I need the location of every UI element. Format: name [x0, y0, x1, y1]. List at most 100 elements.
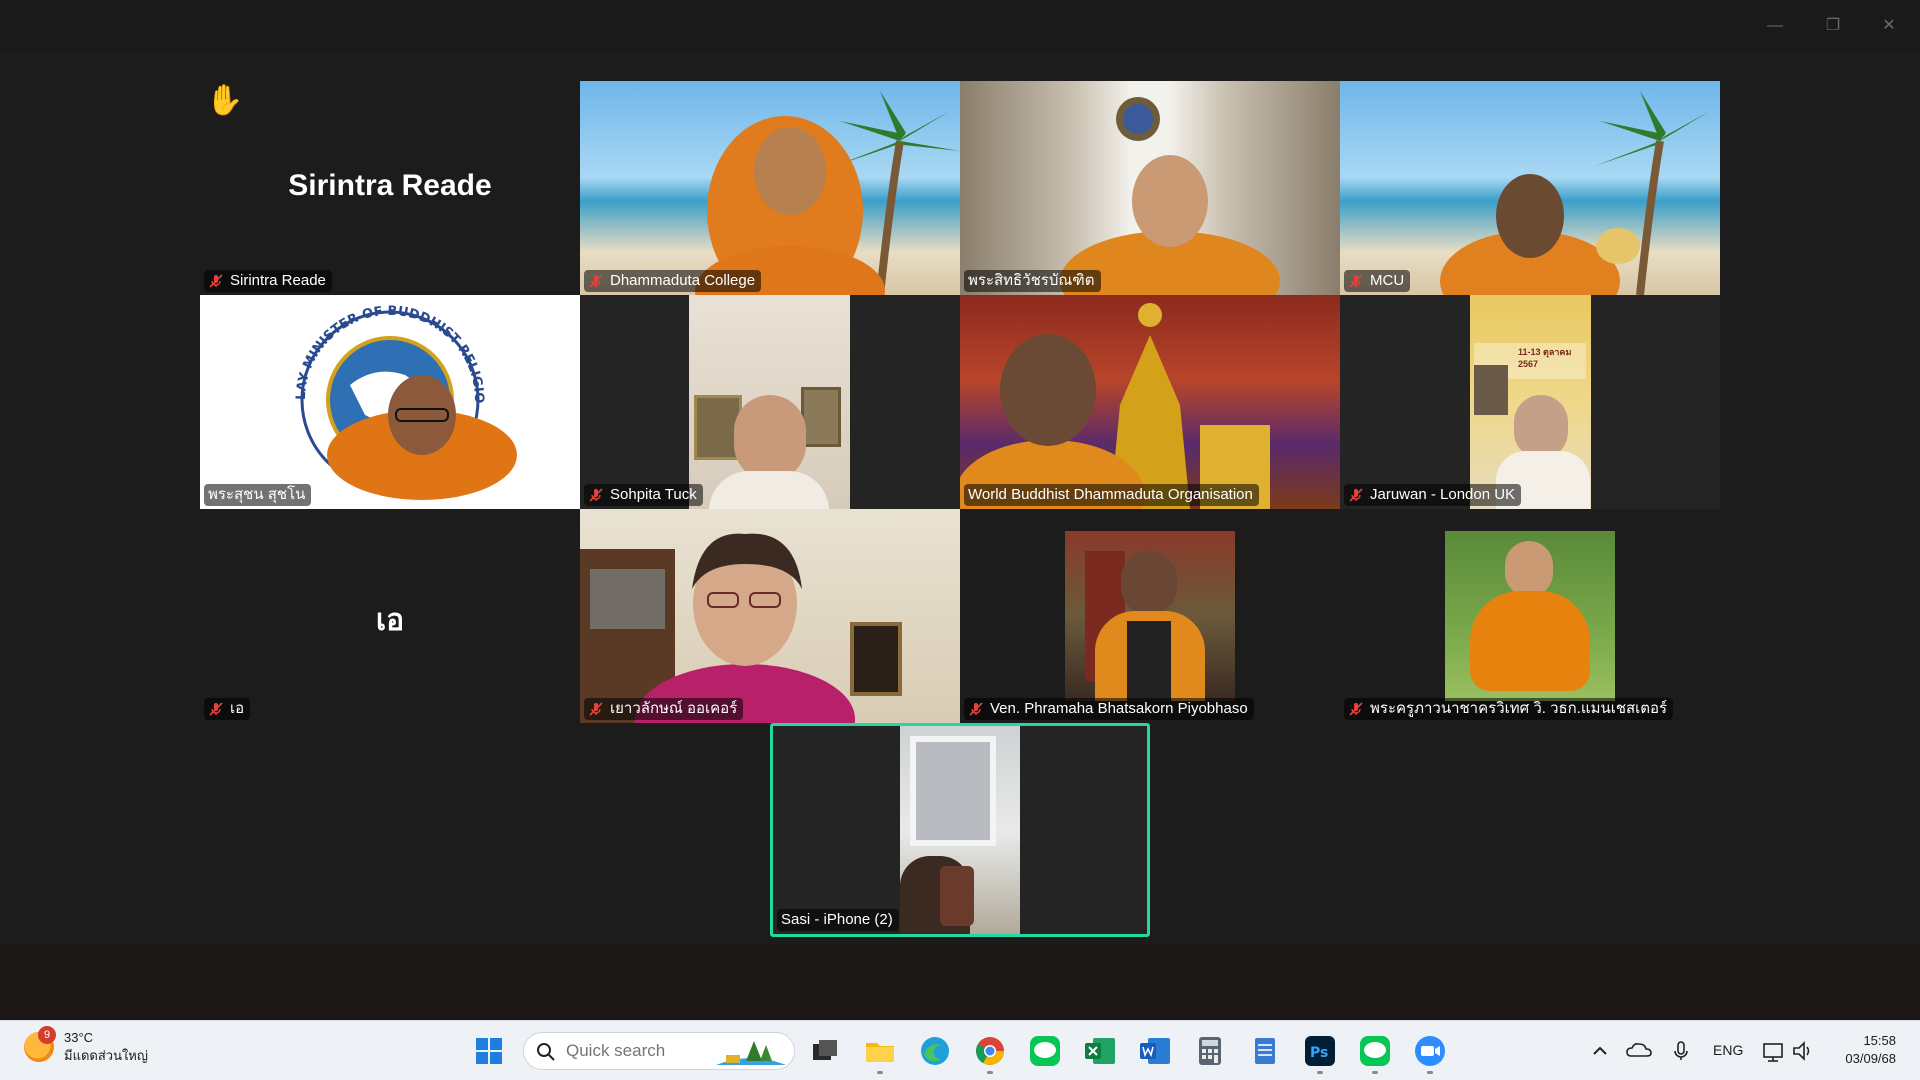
network-button[interactable]	[1760, 1034, 1788, 1068]
video-tile-dhammaduta-college[interactable]: Dhammaduta College	[580, 81, 960, 295]
video-tile-phrasuchon[interactable]: LAY MINISTER OF BUDDHIST RELIGION พระสุช…	[200, 295, 580, 509]
zoom-button[interactable]	[1413, 1034, 1447, 1068]
line-icon	[1360, 1036, 1390, 1066]
participant-nameplate: Sasi - iPhone (2)	[777, 909, 899, 931]
edge-button[interactable]	[918, 1034, 952, 1068]
window-frame	[910, 736, 996, 846]
person-face	[1505, 541, 1553, 597]
line-button[interactable]	[1028, 1034, 1062, 1068]
video-tile-saowalak[interactable]: เยาวลักษณ์ ออเคอร์	[580, 509, 960, 723]
muted-mic-icon	[588, 487, 604, 503]
video-feed: 11-13 ตุลาคม 2567	[1470, 295, 1591, 509]
taskbar-search[interactable]	[523, 1032, 795, 1070]
muted-mic-icon	[588, 701, 604, 717]
muted-mic-icon	[1348, 701, 1364, 717]
running-indicator	[1372, 1071, 1378, 1074]
word-icon	[1140, 1038, 1170, 1064]
video-tile-phramaha[interactable]: Ven. Phramaha Bhatsakorn Piyobhaso	[960, 509, 1340, 723]
minimize-button[interactable]: —	[1763, 14, 1787, 38]
chrome-icon	[976, 1037, 1004, 1065]
participant-name: Sirintra Reade	[230, 272, 326, 289]
close-button[interactable]: ✕	[1877, 14, 1901, 38]
file-explorer-button[interactable]	[863, 1034, 897, 1068]
muted-mic-icon	[1348, 273, 1364, 289]
muted-mic-icon	[968, 701, 984, 717]
weather-temperature: 33°C	[64, 1030, 94, 1045]
muted-mic-icon	[208, 701, 224, 717]
weather-description: มีแดดส่วนใหญ่	[64, 1048, 148, 1063]
participant-name: เอ	[230, 700, 245, 717]
phone-in-hand	[940, 866, 974, 926]
video-tile-jaruwan[interactable]: 11-13 ตุลาคม 2567 Jaruwan - London UK	[1340, 295, 1720, 509]
office-background	[1060, 97, 1280, 295]
restore-button[interactable]: ❐	[1821, 14, 1845, 38]
picture-frame	[801, 387, 841, 447]
notepad-button[interactable]	[1248, 1034, 1282, 1068]
running-indicator	[1317, 1071, 1323, 1074]
photoshop-button[interactable]: Ps	[1303, 1034, 1337, 1068]
show-hidden-icons-button[interactable]	[1586, 1034, 1614, 1068]
search-highlight-icon	[716, 1041, 786, 1065]
bag-strap	[1127, 621, 1171, 701]
running-indicator	[877, 1071, 883, 1074]
person-face	[734, 395, 806, 481]
video-tile-sirintra[interactable]: ✋ Sirintra Reade Sirintra Reade	[200, 81, 580, 295]
person-face	[1514, 395, 1568, 459]
video-tile-phrakru[interactable]: พระครูภาวนาชาครวิเทศ วิ. วธก.แมนเชสเตอร์	[1340, 509, 1720, 723]
video-tile-sasi[interactable]: Sasi - iPhone (2)	[770, 723, 1150, 937]
video-tile-mcu[interactable]: MCU	[1340, 81, 1720, 295]
muted-mic-icon	[1348, 487, 1364, 503]
temple-background	[960, 303, 1270, 509]
task-view-button[interactable]	[808, 1034, 842, 1068]
video-tile-phrasit[interactable]: พระสิทธิวัชรบัณฑิต	[960, 81, 1340, 295]
participant-name: Ven. Phramaha Bhatsakorn Piyobhaso	[990, 700, 1248, 717]
participant-name: พระสุชน สุชโน	[208, 486, 306, 503]
person-body	[709, 471, 829, 509]
sun-icon: 9	[24, 1026, 56, 1062]
windows-taskbar: 9 33°C มีแดดส่วนใหญ่ Ps	[0, 1020, 1920, 1080]
network-icon	[1763, 1043, 1783, 1062]
video-tile-sohpita[interactable]: Sohpita Tuck	[580, 295, 960, 509]
input-language-indicator[interactable]: ENG	[1713, 1042, 1743, 1058]
line-button-2[interactable]	[1358, 1034, 1392, 1068]
word-button[interactable]	[1138, 1034, 1172, 1068]
participant-nameplate: MCU	[1344, 270, 1411, 292]
participant-nameplate: Dhammaduta College	[584, 270, 762, 292]
system-clock[interactable]: 15:58 03/09/68	[1845, 1032, 1896, 1068]
portrait-image	[1474, 365, 1508, 415]
organisation-logo: LAY MINISTER OF BUDDHIST RELIGION	[200, 295, 517, 500]
microphone-button[interactable]	[1668, 1034, 1694, 1068]
task-view-icon	[813, 1040, 837, 1060]
participant-name: เยาวลักษณ์ ออเคอร์	[610, 700, 738, 717]
person-body	[1470, 591, 1590, 691]
beach-background	[695, 91, 960, 295]
video-tile-wbdo[interactable]: World Buddhist Dhammaduta Organisation	[960, 295, 1340, 509]
line-icon	[1030, 1036, 1060, 1066]
excel-button[interactable]	[1083, 1034, 1117, 1068]
weather-widget[interactable]: 9 33°C มีแดดส่วนใหญ่	[24, 1026, 148, 1065]
person-face	[1121, 551, 1177, 615]
participant-nameplate: Sirintra Reade	[204, 270, 332, 292]
participant-nameplate: พระสิทธิวัชรบัณฑิต	[964, 270, 1101, 292]
notepad-icon	[1255, 1038, 1275, 1064]
profile-picture	[1065, 531, 1235, 701]
participant-name: Sohpita Tuck	[610, 486, 697, 503]
chrome-button[interactable]	[973, 1034, 1007, 1068]
participant-nameplate: Sohpita Tuck	[584, 484, 703, 506]
video-feed	[900, 726, 1020, 934]
excel-icon	[1085, 1038, 1115, 1064]
clock-time: 15:58	[1863, 1033, 1896, 1048]
video-feed	[689, 295, 850, 509]
participant-name: MCU	[1370, 272, 1405, 289]
participant-nameplate: Jaruwan - London UK	[1344, 484, 1522, 506]
search-input[interactable]	[566, 1041, 706, 1061]
start-button[interactable]	[472, 1034, 506, 1068]
participant-nameplate: เอ	[204, 698, 251, 720]
zoom-meeting-window: — ❐ ✕ ✋ Sirintra Reade Sirintra Reade Dh…	[0, 0, 1920, 1020]
participant-name: World Buddhist Dhammaduta Organisation	[968, 486, 1253, 503]
volume-button[interactable]	[1790, 1034, 1816, 1068]
video-tile-ae[interactable]: เอ เอ	[200, 509, 580, 723]
calculator-button[interactable]	[1193, 1034, 1227, 1068]
participant-nameplate: พระครูภาวนาชาครวิเทศ วิ. วธก.แมนเชสเตอร์	[1344, 698, 1674, 720]
onedrive-button[interactable]	[1624, 1034, 1654, 1068]
